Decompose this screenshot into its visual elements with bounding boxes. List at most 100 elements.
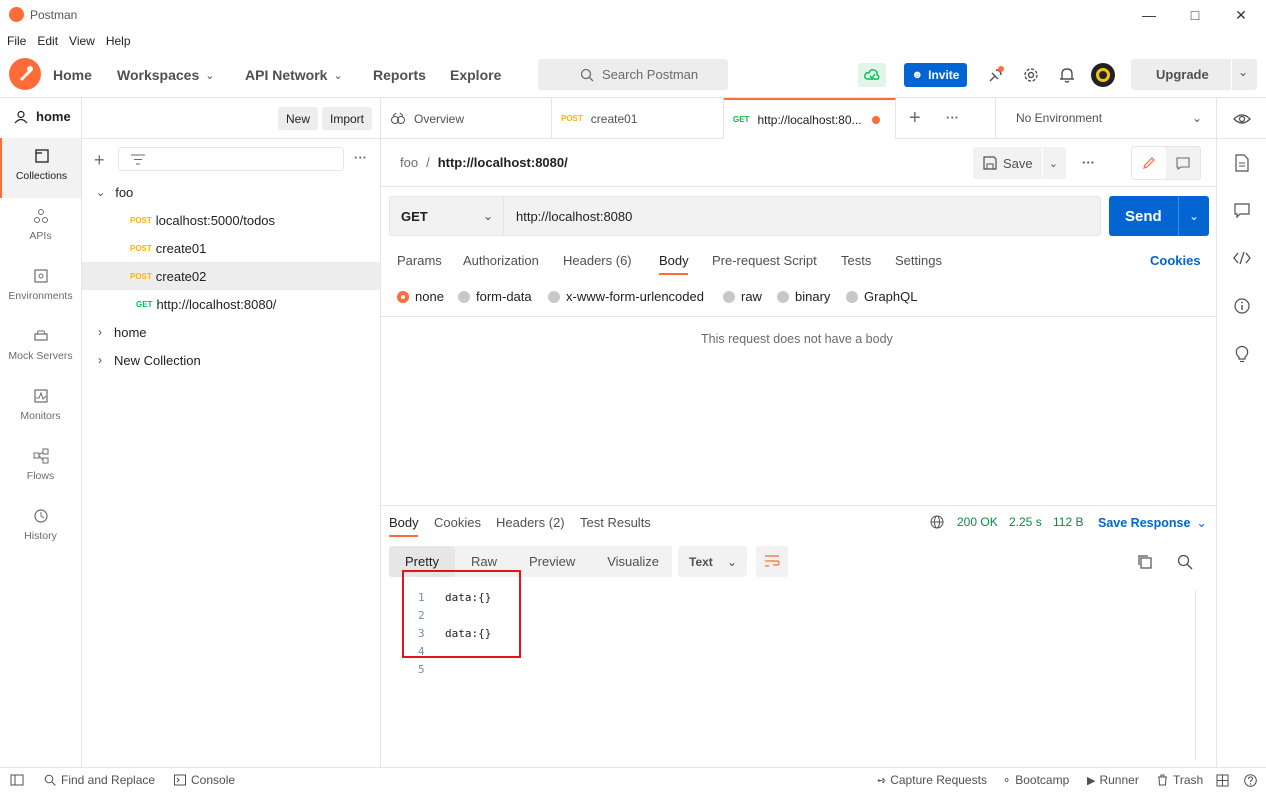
maximize-button[interactable]: □ (1172, 0, 1218, 30)
tab-body[interactable]: Body (659, 253, 689, 268)
nav-workspaces[interactable]: Workspaces ⌄ (117, 67, 214, 83)
resp-tab-body[interactable]: Body (389, 515, 419, 530)
globe-icon[interactable] (930, 515, 944, 529)
new-tab-plus-icon[interactable]: + (909, 107, 921, 130)
rail-flows[interactable]: Flows (0, 438, 81, 498)
method-select[interactable]: GET ⌄ (389, 196, 504, 236)
close-window-button[interactable]: ✕ (1218, 0, 1264, 30)
copy-icon[interactable] (1137, 554, 1153, 570)
request-item[interactable]: POST create02 (82, 262, 380, 290)
tab-params[interactable]: Params (397, 253, 442, 268)
cookies-link[interactable]: Cookies (1150, 253, 1201, 268)
url-input[interactable]: http://localhost:8080 (504, 196, 1101, 236)
tab-overview[interactable]: Overview (381, 98, 552, 139)
resp-tab-tests[interactable]: Test Results (580, 515, 651, 530)
collection-new-collection[interactable]: › New Collection (82, 346, 380, 374)
menu-edit[interactable]: Edit (37, 34, 58, 48)
radio-graphql[interactable]: GraphQL (846, 289, 917, 304)
lightbulb-icon[interactable] (1234, 345, 1250, 363)
nav-explore[interactable]: Explore (450, 67, 501, 83)
environment-select[interactable]: No Environment ⌄ (995, 98, 1216, 138)
rail-collections[interactable]: Collections (0, 138, 81, 198)
breadcrumb-parent[interactable]: foo (400, 155, 418, 170)
response-divider[interactable] (381, 505, 1216, 506)
request-item[interactable]: POST create01 (82, 234, 380, 262)
radio-binary[interactable]: binary (777, 289, 830, 304)
nav-home[interactable]: Home (53, 67, 92, 83)
resp-tab-headers[interactable]: Headers (2) (496, 515, 565, 530)
workspace-name[interactable]: home (14, 109, 71, 124)
search-bar[interactable]: Search Postman (538, 59, 728, 90)
request-item[interactable]: POST localhost:5000/todos (82, 206, 380, 234)
runner-button[interactable]: ▶ Runner (1087, 773, 1139, 787)
edit-pencil-icon[interactable] (1132, 147, 1166, 179)
tab-localhost[interactable]: GET http://localhost:80... (724, 98, 896, 139)
satellite-icon[interactable] (987, 66, 1005, 84)
upgrade-button[interactable]: Upgrade ⌄ (1131, 59, 1257, 90)
documentation-icon[interactable] (1234, 154, 1250, 172)
settings-gear-icon[interactable] (1022, 66, 1040, 84)
layout-icon[interactable] (1216, 774, 1229, 787)
tab-prerequest[interactable]: Pre-request Script (712, 253, 817, 268)
more-options-icon[interactable]: ··· (354, 150, 367, 165)
menu-help[interactable]: Help (106, 34, 131, 48)
tab-authorization[interactable]: Authorization (463, 253, 539, 268)
help-icon[interactable] (1244, 774, 1257, 787)
bootcamp-button[interactable]: ⚬ Bootcamp (1002, 773, 1069, 787)
rail-history[interactable]: History (0, 498, 81, 558)
new-button[interactable]: New (278, 107, 319, 130)
tab-create01[interactable]: POST create01 (552, 98, 724, 139)
response-time[interactable]: 2.25 s (1009, 515, 1042, 529)
rail-mock-servers[interactable]: Mock Servers (0, 318, 81, 378)
send-button[interactable]: Send ⌄ (1109, 196, 1209, 236)
radio-form-data[interactable]: form-data (458, 289, 532, 304)
scrollbar-track[interactable] (1195, 590, 1196, 760)
view-visualize[interactable]: Visualize (591, 546, 675, 577)
nav-api-network[interactable]: API Network ⌄ (245, 67, 343, 83)
rail-monitors[interactable]: Monitors (0, 378, 81, 438)
tab-settings[interactable]: Settings (895, 253, 942, 268)
menu-view[interactable]: View (69, 34, 95, 48)
console-button[interactable]: Console (174, 773, 235, 787)
find-replace-button[interactable]: Find and Replace (44, 773, 155, 787)
view-preview[interactable]: Preview (513, 546, 591, 577)
collection-foo[interactable]: ⌄ foo (82, 178, 380, 206)
request-more-icon[interactable]: ··· (1082, 155, 1095, 170)
invite-button[interactable]: ☻ Invite (904, 63, 967, 87)
tab-tests[interactable]: Tests (841, 253, 871, 268)
radio-none[interactable]: none (397, 289, 444, 304)
menu-file[interactable]: File (7, 34, 26, 48)
toggle-sidebar-icon[interactable] (10, 774, 24, 786)
avatar[interactable] (1091, 63, 1115, 87)
radio-urlencoded[interactable]: x-www-form-urlencoded (548, 289, 704, 304)
tab-headers[interactable]: Headers (6) (563, 253, 632, 268)
resp-tab-cookies[interactable]: Cookies (434, 515, 481, 530)
format-select[interactable]: Text ⌄ (678, 546, 747, 577)
info-icon[interactable] (1234, 298, 1250, 314)
nav-reports[interactable]: Reports (373, 67, 426, 83)
status-code[interactable]: 200 OK (957, 515, 998, 529)
request-item[interactable]: GET http://localhost:8080/ (82, 290, 380, 318)
wrap-lines-button[interactable] (756, 546, 788, 577)
tabs-more-icon[interactable]: ··· (946, 110, 959, 125)
rail-apis[interactable]: APIs (0, 198, 81, 258)
breadcrumb-request-name[interactable]: http://localhost:8080/ (438, 155, 568, 170)
save-response-button[interactable]: Save Response ⌄ (1098, 515, 1207, 531)
code-icon[interactable] (1233, 251, 1251, 265)
trash-button[interactable]: Trash (1157, 773, 1203, 787)
response-size[interactable]: 112 B (1053, 515, 1083, 529)
add-collection-icon[interactable]: + (94, 150, 105, 171)
rail-environments[interactable]: Environments (0, 258, 81, 318)
capture-requests-button[interactable]: ➺ Capture Requests (877, 773, 987, 787)
postman-logo-icon[interactable] (9, 58, 41, 90)
radio-raw[interactable]: raw (723, 289, 762, 304)
filter-input[interactable] (118, 147, 344, 171)
save-button[interactable]: Save ⌄ (973, 147, 1066, 179)
notifications-bell-icon[interactable] (1058, 66, 1076, 84)
environment-eye-icon[interactable] (1233, 110, 1251, 128)
comment-mode-icon[interactable] (1166, 147, 1200, 179)
search-response-icon[interactable] (1177, 554, 1193, 570)
sync-status-icon[interactable] (858, 63, 886, 87)
collection-home[interactable]: › home (82, 318, 380, 346)
import-button[interactable]: Import (322, 107, 373, 130)
